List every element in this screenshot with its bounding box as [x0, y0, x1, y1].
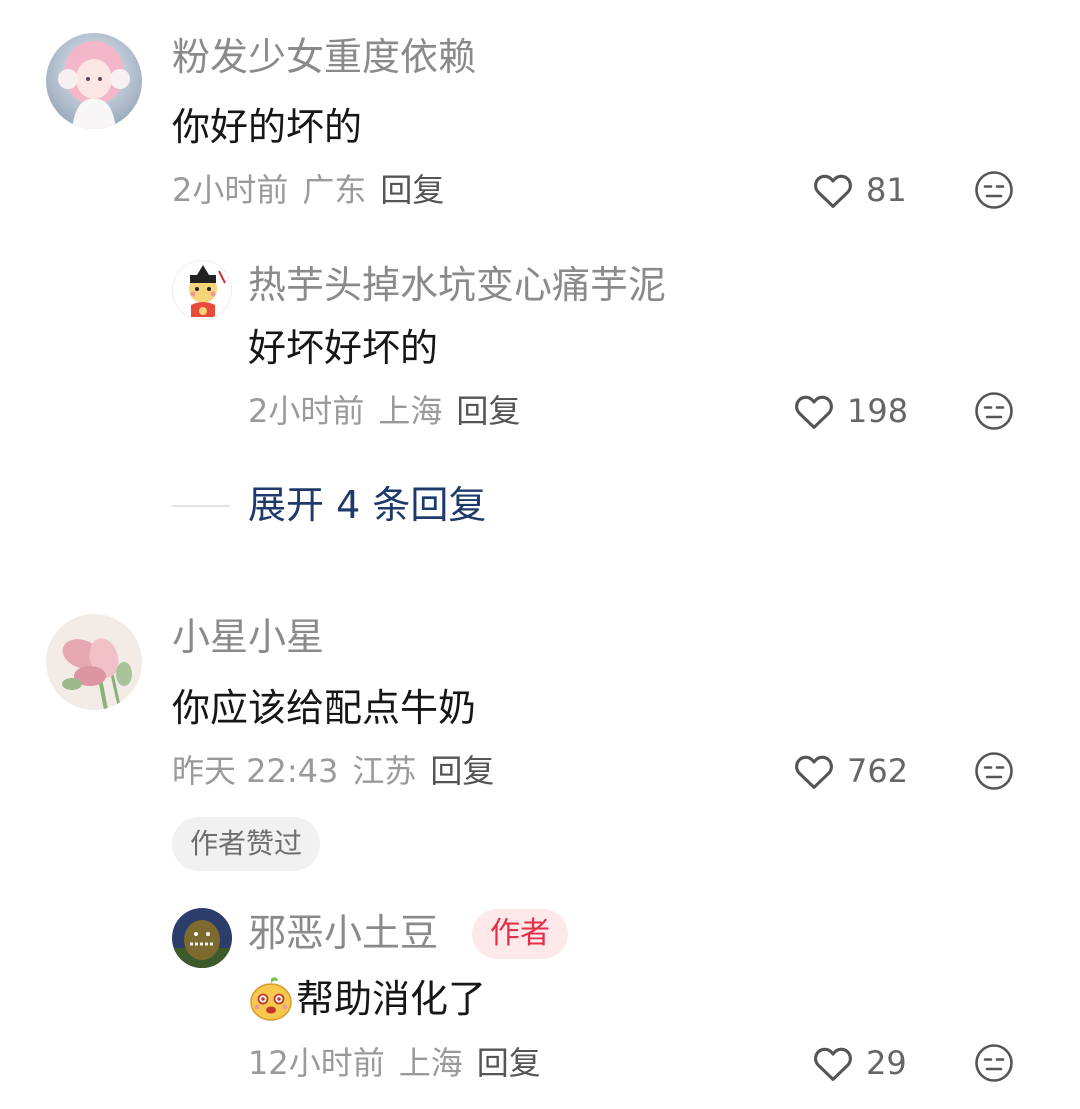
- expand-replies-button[interactable]: 展开 4 条回复: [248, 482, 486, 528]
- avatar[interactable]: [172, 908, 232, 968]
- reply-button[interactable]: 回复: [430, 752, 494, 790]
- heart-outline-icon: [795, 395, 833, 429]
- divider: [172, 505, 230, 507]
- comment-text: 你应该给配点牛奶: [172, 686, 477, 730]
- timestamp: 2小时前: [172, 171, 289, 209]
- avatar[interactable]: [172, 260, 232, 320]
- username[interactable]: 粉发少女重度依赖: [172, 34, 476, 80]
- username[interactable]: 邪恶小土豆: [248, 910, 438, 956]
- comment-meta: 昨天 22:43 江苏 回复: [172, 751, 494, 791]
- reply-button[interactable]: 回复: [456, 392, 520, 430]
- reply-button[interactable]: 回复: [477, 1044, 541, 1082]
- location: 上海: [378, 392, 443, 430]
- heart-outline-icon: [795, 755, 833, 789]
- comment-text: 你好的坏的: [172, 105, 363, 149]
- like-count: 198: [847, 392, 909, 430]
- neutral-face-icon: [975, 171, 1013, 209]
- potato-emoji: [250, 977, 292, 1021]
- neutral-face-icon: [975, 752, 1013, 790]
- comment-text-body: 帮助消化了: [296, 977, 487, 1021]
- heart-outline-icon: [814, 1047, 852, 1081]
- location: 江苏: [352, 752, 417, 790]
- like-button[interactable]: 198: [793, 391, 908, 431]
- reply-button[interactable]: 回复: [380, 171, 444, 209]
- like-count: 29: [866, 1044, 907, 1082]
- timestamp: 12小时前: [248, 1044, 385, 1082]
- neutral-face-icon: [975, 392, 1013, 430]
- username[interactable]: 热芋头掉水坑变心痛芋泥: [248, 262, 666, 308]
- neutral-face-icon: [975, 1044, 1013, 1082]
- dislike-button[interactable]: [974, 1043, 1014, 1083]
- avatar[interactable]: [46, 33, 142, 129]
- author-tag: 作者: [472, 909, 568, 959]
- username[interactable]: 小星小星: [172, 614, 324, 660]
- location: 广东: [302, 171, 367, 209]
- like-button[interactable]: 762: [793, 751, 908, 791]
- comment-meta: 2小时前 上海 回复: [248, 391, 520, 431]
- location: 上海: [398, 1044, 463, 1082]
- heart-outline-icon: [814, 174, 852, 208]
- like-count: 762: [847, 752, 909, 790]
- comment-text: 帮助消化了: [248, 976, 486, 1022]
- like-button[interactable]: 29: [812, 1043, 907, 1083]
- timestamp: 昨天 22:43: [172, 752, 339, 790]
- like-button[interactable]: 81: [812, 170, 907, 210]
- comment-meta: 12小时前 上海 回复: [248, 1043, 541, 1083]
- comment-text: 好坏好坏的: [248, 326, 439, 370]
- avatar[interactable]: [46, 614, 142, 710]
- comment-meta: 2小时前 广东 回复: [172, 170, 444, 210]
- dislike-button[interactable]: [974, 391, 1014, 431]
- like-count: 81: [866, 171, 907, 209]
- dislike-button[interactable]: [974, 751, 1014, 791]
- timestamp: 2小时前: [248, 392, 365, 430]
- dislike-button[interactable]: [974, 170, 1014, 210]
- author-liked-tag: 作者赞过: [172, 817, 321, 871]
